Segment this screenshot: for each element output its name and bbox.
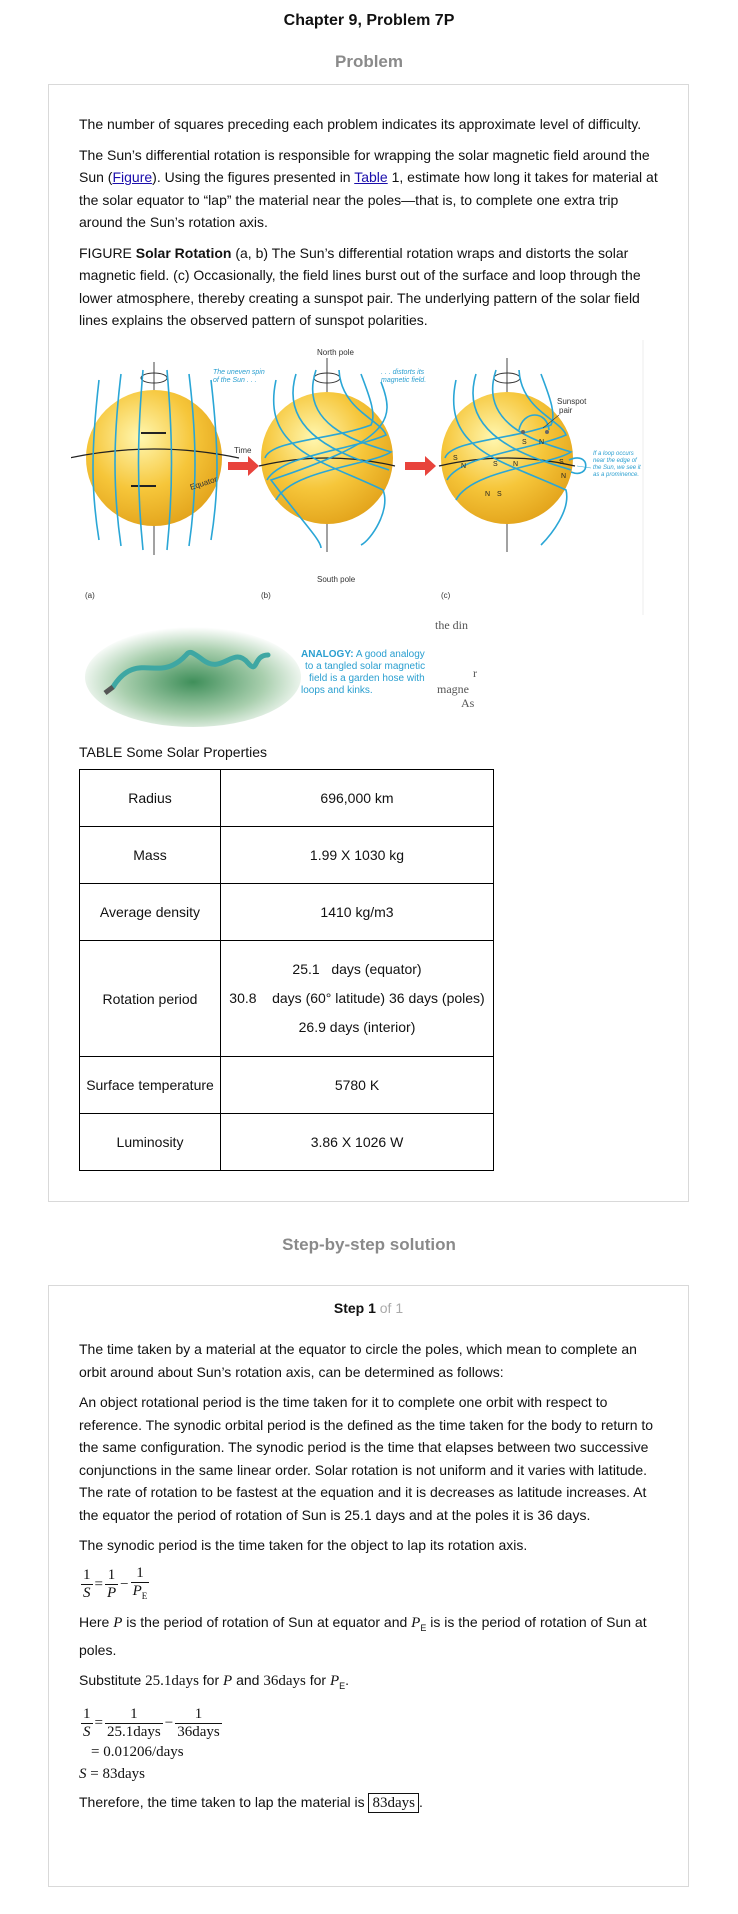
rotation-equator: 25.1 days (equator): [292, 961, 422, 977]
table-row: Average density 1410 kg/m3: [79, 883, 494, 941]
final-answer: Therefore, the time taken to lap the mat…: [79, 1792, 423, 1813]
svg-text:of the Sun . . .: of the Sun . . .: [213, 377, 257, 384]
calc-line-2: = 0.01206/days: [91, 1743, 184, 1760]
svg-text:pair: pair: [559, 406, 573, 415]
variables-explanation: Here P is the period of rotation of Sun …: [79, 1613, 647, 1658]
table-caption: TABLE Some Solar Properties: [79, 743, 268, 760]
difficulty-note: The number of squares preceding each pro…: [79, 116, 642, 132]
svg-text:magnetic field.: magnetic field.: [381, 377, 426, 384]
calc-line-3: S = 83days: [79, 1765, 145, 1782]
svg-text:magne: magne: [437, 682, 469, 696]
solution-intro: The time taken by a material at the equa…: [79, 1341, 637, 1380]
garden-hose-analogy: ANALOGY: A good analogy to a tangled sol…: [83, 615, 483, 735]
table-cell: 1410 kg/m3: [220, 883, 494, 941]
svg-text:the Sun, we see it: the Sun, we see it: [593, 465, 641, 471]
svg-text:N: N: [513, 461, 518, 468]
solar-properties-table: Radius 696,000 km Mass 1.99 X 1030 kg Av…: [79, 769, 494, 1171]
table-row: Mass 1.99 X 1030 kg: [79, 826, 494, 884]
problem-heading: Problem: [334, 52, 404, 71]
step-header: Step 1 of 1: [333, 1300, 404, 1316]
svg-text:ANALOGY: A good analogy: ANALOGY: A good analogy: [301, 649, 425, 660]
svg-text:to a tangled solar magnetic: to a tangled solar magnetic: [305, 661, 425, 672]
svg-text:r: r: [473, 666, 477, 680]
svg-text:S: S: [497, 491, 502, 498]
table-row: Radius 696,000 km: [79, 769, 494, 827]
svg-text:. . . distorts its: . . . distorts its: [381, 369, 425, 376]
rotation-interior: 26.9 days (interior): [298, 1019, 416, 1035]
table-cell: 696,000 km: [220, 769, 494, 827]
figure-link[interactable]: Figure: [112, 169, 152, 185]
svg-text:field is a garden hose with: field is a garden hose with: [309, 673, 425, 684]
substitution-text: Substitute 25.1days for P and 36days for…: [79, 1672, 350, 1692]
svg-text:Sunspot: Sunspot: [557, 397, 587, 406]
rotation-latitude: 30.8 days (60° latitude) 36 days (poles): [229, 990, 485, 1006]
table-cell: Radius: [79, 769, 221, 827]
problem-card: The number of squares preceding each pro…: [48, 84, 689, 1202]
svg-text:The uneven spin: The uneven spin: [213, 369, 265, 376]
svg-text:the din: the din: [435, 618, 468, 632]
table-cell: 5780 K: [220, 1056, 494, 1114]
table-cell: Rotation period: [79, 940, 221, 1057]
svg-text:as a prominence.: as a prominence.: [593, 472, 639, 478]
solution-heading: Step-by-step solution: [282, 1235, 456, 1254]
svg-text:S: S: [559, 459, 564, 466]
svg-text:If a loop occurs: If a loop occurs: [593, 451, 634, 457]
svg-text:loops and kinks.: loops and kinks.: [301, 685, 373, 696]
svg-text:N: N: [485, 491, 490, 498]
table-cell: 3.86 X 1026 W: [220, 1113, 494, 1171]
svg-text:N: N: [539, 439, 544, 446]
svg-text:South pole: South pole: [317, 575, 356, 584]
calculation: 1 S = 1 25.1days −1 36days = 0.01206/days S = …: [79, 1706, 658, 1785]
calc-line-1: 1 S = 1 25.1days −1 36days: [81, 1705, 222, 1740]
svg-text:near the edge of: near the edge of: [593, 458, 638, 464]
answer-box: 83days: [368, 1792, 419, 1813]
svg-text:S: S: [453, 455, 458, 462]
solution-explanation: An object rotational period is the time …: [79, 1394, 654, 1523]
figure-caption: FIGURE Solar Rotation (a, b) The Sun’s d…: [79, 244, 641, 329]
page-title: Chapter 9, Problem 7P: [283, 12, 455, 29]
table-cell: Average density: [79, 883, 221, 941]
table-row: Surface temperature 5780 K: [79, 1056, 494, 1114]
synodic-formula: 1 S = 1 P −1 PE: [81, 1564, 150, 1601]
synodic-definition: The synodic period is the time taken for…: [79, 1537, 528, 1553]
svg-text:Time: Time: [234, 446, 252, 455]
table-row: Luminosity 3.86 X 1026 W: [79, 1113, 494, 1171]
table-cell: 25.1 days (equator) 30.8 days (60° latit…: [220, 940, 494, 1057]
svg-text:As: As: [461, 696, 475, 710]
table-row: Rotation period 25.1 days (equator) 30.8…: [79, 940, 494, 1057]
solar-rotation-figure: Equator The uneven spin of the Sun . . .…: [68, 339, 646, 615]
solution-card: Step 1 of 1 The time taken by a material…: [48, 1285, 689, 1887]
table-cell: Mass: [79, 826, 221, 884]
svg-text:North pole: North pole: [317, 348, 354, 357]
table-cell: Surface temperature: [79, 1056, 221, 1114]
svg-text:(a): (a): [85, 591, 95, 600]
table-cell: Luminosity: [79, 1113, 221, 1171]
svg-text:(c): (c): [441, 591, 451, 600]
svg-text:N: N: [461, 463, 466, 470]
table-cell: 1.99 X 1030 kg: [220, 826, 494, 884]
svg-text:S: S: [493, 461, 498, 468]
svg-text:N: N: [561, 473, 566, 480]
problem-statement: The Sun’s differential rotation is respo…: [79, 146, 658, 231]
svg-text:(b): (b): [261, 591, 271, 600]
table-link[interactable]: Table: [354, 169, 387, 185]
svg-text:S: S: [522, 439, 527, 446]
